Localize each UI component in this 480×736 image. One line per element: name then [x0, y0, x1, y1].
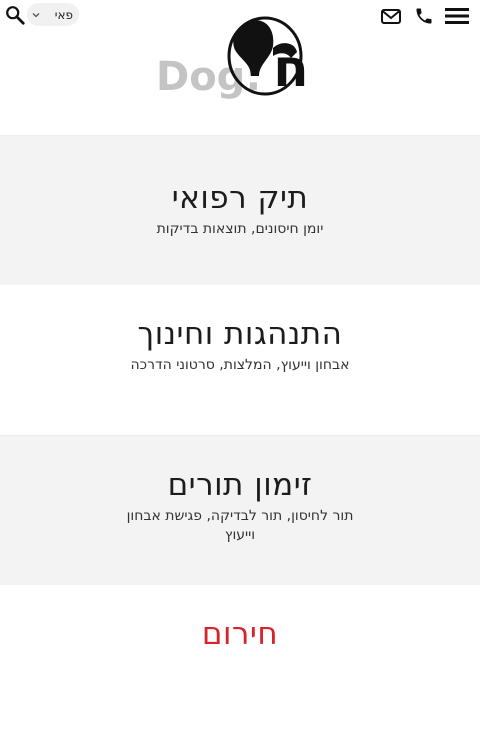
selected-pet-name: פאי [54, 7, 73, 22]
card-subtitle: תור לחיסון, תור לבדיקה, פגישת אבחון וייע… [126, 508, 354, 543]
appointments-card[interactable]: זימון תורים תור לחיסון, תור לבדיקה, פגיש… [0, 435, 480, 585]
hamburger-menu-icon [445, 8, 469, 24]
card-subtitle: אבחון וייעוץ, המלצות, סרטוני הדרכה [130, 357, 350, 373]
search-icon [6, 6, 25, 25]
app-logo[interactable]: Dog: ח [155, 14, 325, 102]
phone-icon [416, 8, 432, 24]
card-title: התנהגות וחינוך [137, 316, 343, 352]
emergency-card[interactable]: חירום [0, 585, 480, 736]
mail-icon [381, 9, 401, 24]
card-title: תיק רפואי [171, 180, 309, 216]
mail-button[interactable] [380, 6, 402, 26]
search-button[interactable] [4, 4, 26, 26]
card-title: חירום [201, 616, 279, 652]
logo-mark: ח [273, 39, 309, 99]
menu-button[interactable] [444, 6, 470, 26]
app-header: פאי Dog: ח [0, 0, 480, 135]
call-button[interactable] [414, 6, 434, 26]
chevron-down-icon [32, 12, 40, 17]
behavior-training-card[interactable]: התנהגות וחינוך אבחון וייעוץ, המלצות, סרט… [0, 285, 480, 435]
pet-selector[interactable]: פאי [27, 3, 79, 26]
medical-record-card[interactable]: תיק רפואי יומן חיסונים, תוצאות בדיקות [0, 135, 480, 285]
card-subtitle: יומן חיסונים, תוצאות בדיקות [156, 221, 324, 237]
card-title: זימון תורים [167, 467, 313, 503]
